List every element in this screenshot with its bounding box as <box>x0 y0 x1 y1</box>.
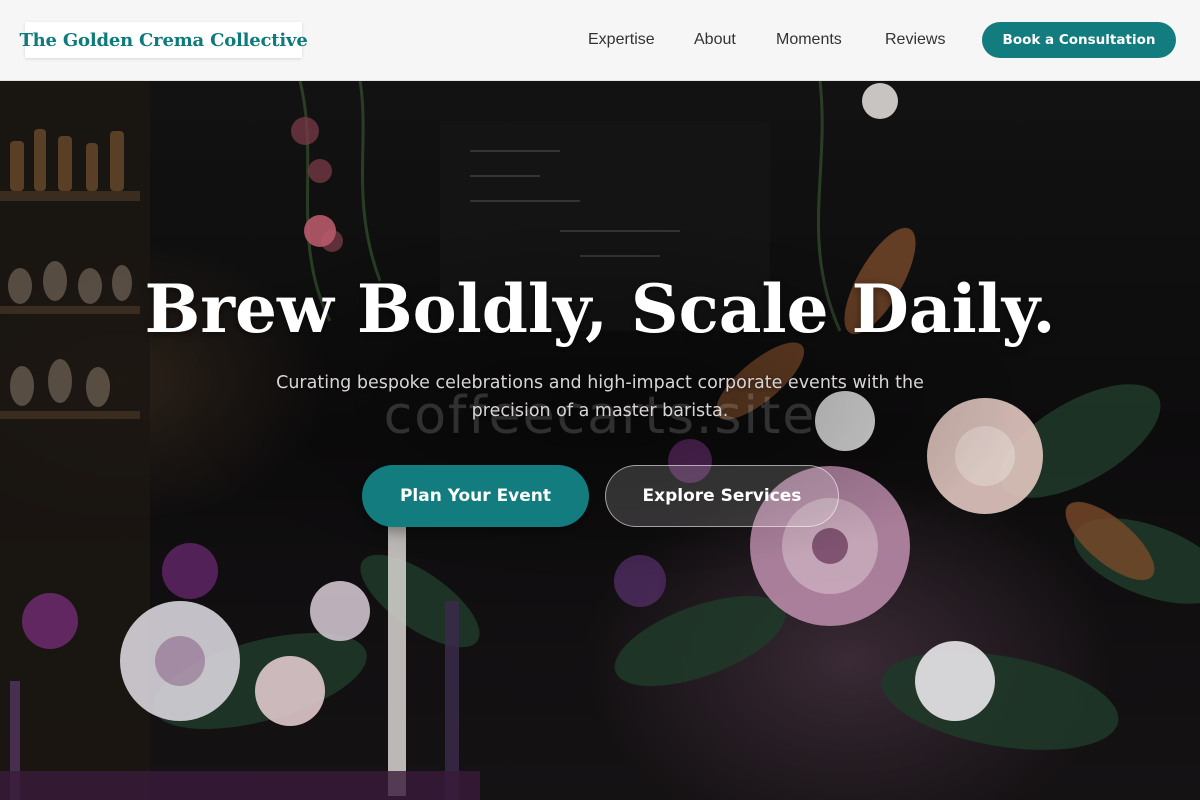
nav-link-about[interactable]: About <box>694 29 736 51</box>
nav-link-moments[interactable]: Moments <box>776 29 842 51</box>
hero-title: Brew Boldly, Scale Daily. <box>144 270 1056 348</box>
explore-services-button[interactable]: Explore Services <box>605 465 839 527</box>
nav-link-expertise[interactable]: Expertise <box>588 29 655 51</box>
site-header: The Golden Crema Collective Expertise Ab… <box>0 0 1200 81</box>
plan-event-button[interactable]: Plan Your Event <box>362 465 589 527</box>
hero-subtitle: Curating bespoke celebrations and high-i… <box>276 373 924 421</box>
book-consultation-button[interactable]: Book a Consultation <box>982 22 1176 58</box>
hero-section: coffeecarts.site Brew Boldly, Scale Dail… <box>0 81 1200 800</box>
nav-link-reviews[interactable]: Reviews <box>885 29 945 51</box>
